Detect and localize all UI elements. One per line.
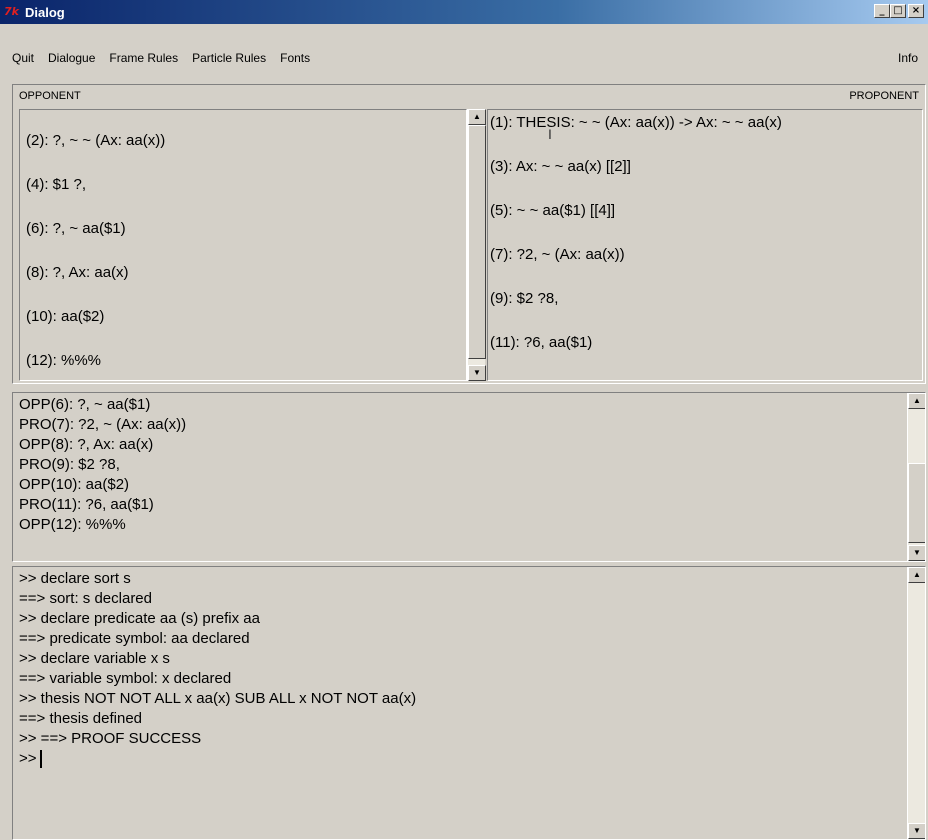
close-button[interactable]: × [908,4,924,18]
console-line: >> thesis NOT NOT ALL x aa(x) SUB ALL x … [19,690,417,707]
scroll-thumb[interactable] [908,463,925,543]
scroll-down-icon[interactable]: ▼ [908,545,925,561]
move-history-panel[interactable]: OPP(6): ?, ~ aa($1) PRO(7): ?2, ~ (Ax: a… [12,392,926,562]
proponent-move[interactable]: (5): ~ ~ aa($1) [[4]] [490,202,782,246]
move-entry: OPP(10): aa($2) [19,476,130,493]
menu-info[interactable]: Info [898,51,918,65]
proponent-move[interactable]: (3): Ax: ~ ~ aa(x) [[2]] [490,158,782,202]
proponent-list: (1): THESIS: ~ ~ (Ax: aa(x)) -> Ax: ~ ~ … [490,114,782,378]
menu-particle-rules[interactable]: Particle Rules [192,51,266,65]
panels-scrollbar[interactable]: ▲ ▼ [467,109,486,381]
console-line: >> ==> PROOF SUCCESS [19,730,202,747]
move-entry: PRO(11): ?6, aa($1) [19,496,154,513]
tk-icon: 7k [4,5,19,18]
move-history-list: OPP(6): ?, ~ aa($1) PRO(7): ?2, ~ (Ax: a… [19,395,186,535]
proponent-panel[interactable]: I (1): THESIS: ~ ~ (Ax: aa(x)) -> Ax: ~ … [487,109,923,381]
proponent-move[interactable]: (7): ?2, ~ (Ax: aa(x)) [490,246,782,290]
minimize-button[interactable]: _ [874,4,890,18]
move-entry: OPP(12): %%% [19,516,126,533]
opponent-label: OPPONENT [19,90,81,102]
opponent-move[interactable]: (10): aa($2) [26,308,165,352]
maximize-button[interactable]: □ [890,4,906,18]
opponent-move[interactable]: (6): ?, ~ aa($1) [26,220,165,264]
menu-dialogue[interactable]: Dialogue [48,51,95,65]
text-caret [39,750,42,768]
console-line: ==> predicate symbol: aa declared [19,630,250,647]
scroll-up-icon[interactable]: ▲ [908,393,925,409]
menu-frame-rules[interactable]: Frame Rules [109,51,178,65]
scroll-thumb[interactable] [468,125,486,359]
console-line: >> declare sort s [19,570,131,587]
console-scrollbar[interactable]: ▲ ▼ [907,567,925,839]
opponent-move[interactable]: (4): $1 ?, [26,176,165,220]
scroll-down-icon[interactable]: ▼ [908,823,925,839]
opponent-move[interactable]: (8): ?, Ax: aa(x) [26,264,165,308]
dialogue-panels: OPPONENT PROPONENT (2): ?, ~ ~ (Ax: aa(x… [12,84,926,384]
console-panel[interactable]: >> declare sort s ==> sort: s declared >… [12,566,926,840]
console-line: ==> thesis defined [19,710,143,727]
scroll-up-icon[interactable]: ▲ [908,567,925,583]
proponent-label: PROPONENT [849,90,919,102]
opponent-move[interactable]: (12): %%% [26,352,165,380]
console-line: >> declare variable x s [19,650,170,667]
title-bar[interactable]: 7k Dialog _ □ × [0,0,928,24]
opponent-list: (2): ?, ~ ~ (Ax: aa(x)) (4): $1 ?, (6): … [26,132,165,380]
menu-quit[interactable]: Quit [12,51,34,65]
moves-scrollbar[interactable]: ▲ ▼ [907,393,925,561]
proponent-move[interactable]: (9): $2 ?8, [490,290,782,334]
move-entry: OPP(6): ?, ~ aa($1) [19,396,151,413]
move-entry: PRO(9): $2 ?8, [19,456,120,473]
console-line: ==> sort: s declared [19,590,152,607]
move-entry: PRO(7): ?2, ~ (Ax: aa(x)) [19,416,187,433]
menu-bar: Quit Dialogue Frame Rules Particle Rules… [0,24,928,84]
menu-items: Quit Dialogue Frame Rules Particle Rules… [12,51,310,65]
opponent-panel[interactable]: (2): ?, ~ ~ (Ax: aa(x)) (4): $1 ?, (6): … [19,109,467,381]
console-line: >> declare predicate aa (s) prefix aa [19,610,260,627]
move-entry: OPP(8): ?, Ax: aa(x) [19,436,154,453]
window-title: Dialog [25,4,65,20]
console-input-line[interactable]: >> [19,749,416,769]
console-prompt: >> [19,750,37,767]
menu-fonts[interactable]: Fonts [280,51,310,65]
proponent-move[interactable]: (11): ?6, aa($1) [490,334,782,378]
scroll-up-icon[interactable]: ▲ [468,109,486,125]
proponent-move[interactable]: (1): THESIS: ~ ~ (Ax: aa(x)) -> Ax: ~ ~ … [490,114,782,158]
console-line: ==> variable symbol: x declared [19,670,232,687]
console-output: >> declare sort s ==> sort: s declared >… [19,569,416,769]
panel-header: OPPONENT PROPONENT [13,85,925,107]
window-controls: _ □ × [874,4,924,18]
opponent-move[interactable]: (2): ?, ~ ~ (Ax: aa(x)) [26,132,165,176]
scroll-down-icon[interactable]: ▼ [468,365,486,381]
